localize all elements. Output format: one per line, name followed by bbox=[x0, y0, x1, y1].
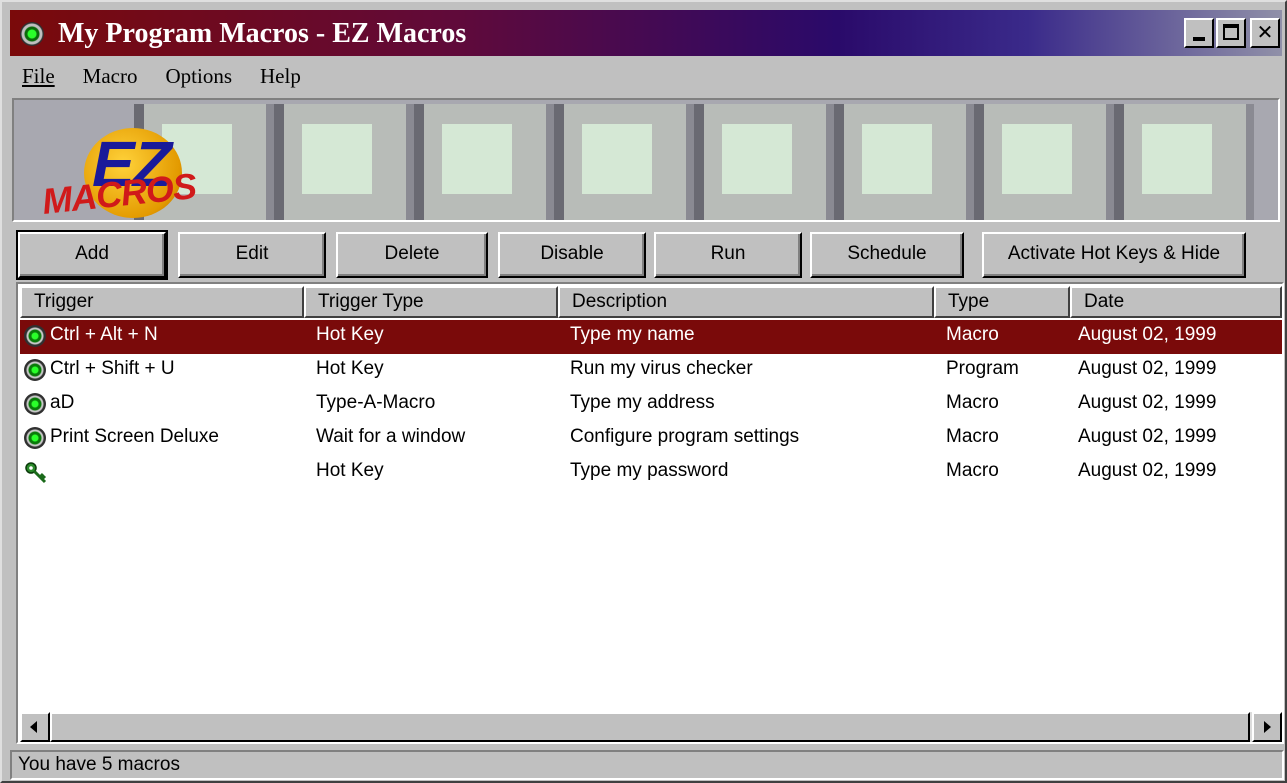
column-type-label: Type bbox=[948, 291, 990, 312]
logo-macros-text: MACROS bbox=[40, 165, 198, 222]
menu-file-label: File bbox=[22, 64, 55, 88]
maximize-button[interactable] bbox=[1216, 18, 1246, 48]
cell-trigger: Ctrl + Alt + N bbox=[50, 324, 158, 345]
menu-options[interactable]: Options bbox=[155, 60, 242, 94]
disable-button[interactable]: Disable bbox=[498, 232, 646, 278]
column-description-label: Description bbox=[572, 291, 668, 312]
banner-key bbox=[1114, 104, 1254, 220]
menu-help[interactable]: Help bbox=[250, 60, 311, 94]
app-window: My Program Macros - EZ Macros ✕ File Mac… bbox=[0, 0, 1287, 783]
scrollbar-thumb[interactable] bbox=[50, 712, 1250, 742]
cell-trigger-type: Hot Key bbox=[316, 358, 384, 379]
cell-trigger-type: Type-A-Macro bbox=[316, 392, 436, 413]
cell-type: Program bbox=[946, 358, 1019, 379]
column-header-type[interactable]: Type bbox=[934, 286, 1070, 318]
scroll-right-button[interactable] bbox=[1252, 712, 1282, 742]
window-title: My Program Macros - EZ Macros bbox=[58, 18, 467, 49]
cell-date: August 02, 1999 bbox=[1078, 324, 1217, 345]
status-bar: You have 5 macros bbox=[10, 750, 1284, 780]
menu-bar: File Macro Options Help bbox=[12, 60, 319, 94]
ez-macros-logo: EZ MACROS bbox=[40, 122, 262, 222]
menu-options-label: Options bbox=[165, 64, 232, 88]
column-header-trigger-type[interactable]: Trigger Type bbox=[304, 286, 558, 318]
cell-trigger: aD bbox=[50, 392, 75, 413]
cell-description: Run my virus checker bbox=[570, 358, 753, 379]
add-button-label: Add bbox=[75, 243, 109, 264]
activate-button-label: Activate Hot Keys & Hide bbox=[1007, 243, 1221, 264]
cell-trigger: Ctrl + Shift + U bbox=[50, 358, 175, 379]
keyboard-banner: EZ MACROS bbox=[12, 98, 1280, 222]
edit-button[interactable]: Edit bbox=[178, 232, 326, 278]
cell-type: Macro bbox=[946, 426, 999, 447]
menu-help-label: Help bbox=[260, 64, 301, 88]
table-row[interactable]: Ctrl + Alt + N Hot Key Type my name Macr… bbox=[20, 320, 1282, 354]
schedule-button[interactable]: Schedule bbox=[810, 232, 964, 278]
column-header-trigger[interactable]: Trigger bbox=[20, 286, 304, 318]
table-row[interactable]: Ctrl + Shift + U Hot Key Run my virus ch… bbox=[20, 354, 1282, 388]
delete-button-label: Delete bbox=[384, 243, 440, 264]
cell-type: Macro bbox=[946, 460, 999, 481]
macro-target-icon bbox=[24, 427, 46, 449]
column-trigger-label: Trigger bbox=[34, 291, 94, 312]
edit-button-label: Edit bbox=[235, 243, 269, 264]
arrow-left-icon bbox=[30, 721, 37, 733]
cell-date: August 02, 1999 bbox=[1078, 460, 1217, 481]
banner-key bbox=[274, 104, 414, 220]
maximize-icon bbox=[1223, 24, 1239, 40]
macro-list[interactable]: Trigger Trigger Type Description Type Da… bbox=[16, 282, 1284, 744]
table-row[interactable]: aD Type-A-Macro Type my address Macro Au… bbox=[20, 388, 1282, 422]
status-text: You have 5 macros bbox=[18, 754, 180, 775]
run-button[interactable]: Run bbox=[654, 232, 802, 278]
column-header-date[interactable]: Date bbox=[1070, 286, 1282, 318]
disable-button-label: Disable bbox=[540, 243, 604, 264]
cell-type: Macro bbox=[946, 324, 999, 345]
cell-trigger-type: Wait for a window bbox=[316, 426, 466, 447]
table-row[interactable]: Hot Key Type my password Macro August 02… bbox=[20, 456, 1282, 490]
delete-button[interactable]: Delete bbox=[336, 232, 488, 278]
app-icon[interactable] bbox=[20, 22, 44, 46]
cell-type: Macro bbox=[946, 392, 999, 413]
menu-macro-label: Macro bbox=[82, 64, 138, 88]
run-button-label: Run bbox=[710, 243, 746, 264]
cell-date: August 02, 1999 bbox=[1078, 392, 1217, 413]
table-row[interactable]: Print Screen Deluxe Wait for a window Co… bbox=[20, 422, 1282, 456]
menu-file[interactable]: File bbox=[12, 60, 65, 94]
key-icon bbox=[24, 461, 47, 484]
cell-description: Type my name bbox=[570, 324, 695, 345]
column-header-description[interactable]: Description bbox=[558, 286, 934, 318]
banner-key bbox=[974, 104, 1114, 220]
banner-key bbox=[554, 104, 694, 220]
title-bar[interactable]: My Program Macros - EZ Macros ✕ bbox=[10, 10, 1282, 56]
macro-target-icon bbox=[24, 359, 46, 381]
cell-description: Type my address bbox=[570, 392, 715, 413]
cell-description: Type my password bbox=[570, 460, 729, 481]
cell-trigger-type: Hot Key bbox=[316, 324, 384, 345]
add-button[interactable]: Add bbox=[16, 230, 168, 280]
arrow-right-icon bbox=[1264, 721, 1271, 733]
close-icon: ✕ bbox=[1256, 20, 1274, 44]
cell-trigger-type: Hot Key bbox=[316, 460, 384, 481]
schedule-button-label: Schedule bbox=[847, 243, 927, 264]
activate-hot-keys-button[interactable]: Activate Hot Keys & Hide bbox=[982, 232, 1246, 278]
macro-target-icon bbox=[24, 325, 46, 347]
cell-date: August 02, 1999 bbox=[1078, 426, 1217, 447]
column-trigger-type-label: Trigger Type bbox=[318, 291, 424, 312]
banner-key bbox=[834, 104, 974, 220]
macro-target-icon bbox=[24, 393, 46, 415]
cell-date: August 02, 1999 bbox=[1078, 358, 1217, 379]
cell-description: Configure program settings bbox=[570, 426, 800, 447]
horizontal-scrollbar[interactable] bbox=[20, 712, 1282, 742]
minimize-button[interactable] bbox=[1184, 18, 1214, 48]
banner-key bbox=[414, 104, 554, 220]
menu-macro[interactable]: Macro bbox=[73, 60, 148, 94]
cell-trigger: Print Screen Deluxe bbox=[50, 426, 219, 447]
scroll-left-button[interactable] bbox=[20, 712, 50, 742]
minimize-icon bbox=[1193, 37, 1205, 41]
column-date-label: Date bbox=[1084, 291, 1125, 312]
banner-key bbox=[694, 104, 834, 220]
close-button[interactable]: ✕ bbox=[1250, 18, 1280, 48]
